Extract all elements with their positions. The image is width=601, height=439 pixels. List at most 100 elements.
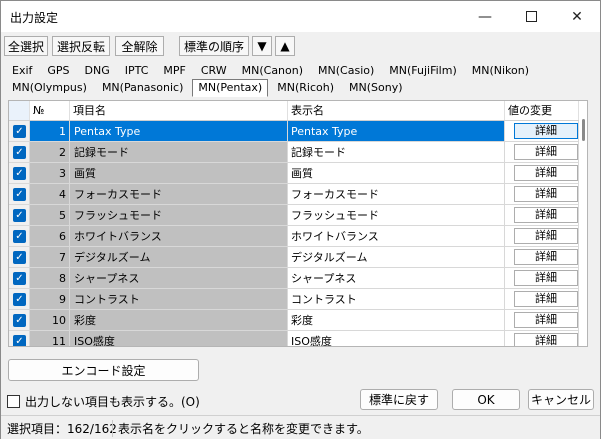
move-up-button[interactable]: ▲ <box>275 36 295 56</box>
tab-crw[interactable]: CRW <box>195 62 233 80</box>
scrollbar-thumb[interactable] <box>582 119 585 141</box>
row-number: 2 <box>30 142 70 163</box>
row-checkbox-cell[interactable]: ✓ <box>9 247 30 268</box>
tab-mn-pentax[interactable]: MN(Pentax) <box>192 79 269 97</box>
detail-button[interactable]: 詳細 <box>514 291 578 307</box>
display-name-cell[interactable]: 画質 <box>288 163 505 184</box>
table-row[interactable]: ✓ 2 記録モード 記録モード 詳細 <box>9 142 579 163</box>
window-title: 出力設定 <box>10 11 59 25</box>
maximize-button[interactable] <box>508 1 554 32</box>
item-name-cell: デジタルズーム <box>70 247 288 268</box>
show-hidden-option[interactable]: 出力しない項目も表示する。(O) <box>7 393 200 410</box>
tab-mn-canon[interactable]: MN(Canon) <box>236 62 309 80</box>
value-change-cell: 詳細 <box>505 310 579 331</box>
table-row[interactable]: ✓ 7 デジタルズーム デジタルズーム 詳細 <box>9 247 579 268</box>
value-change-cell: 詳細 <box>505 163 579 184</box>
display-name-cell[interactable]: フラッシュモード <box>288 205 505 226</box>
invert-selection-button[interactable]: 選択反転 <box>52 36 110 56</box>
table-row[interactable]: ✓ 1 Pentax Type Pentax Type 詳細 <box>9 121 579 142</box>
vertical-scrollbar[interactable] <box>579 101 587 346</box>
row-number: 5 <box>30 205 70 226</box>
display-name-cell[interactable]: シャープネス <box>288 268 505 289</box>
row-number: 11 <box>30 331 70 346</box>
detail-button[interactable]: 詳細 <box>514 186 578 202</box>
tab-mpf[interactable]: MPF <box>157 62 191 80</box>
move-down-button[interactable]: ▼ <box>252 36 272 56</box>
item-name-cell: ISO感度 <box>70 331 288 346</box>
display-name-cell[interactable]: Pentax Type <box>288 121 505 142</box>
table-row[interactable]: ✓ 4 フォーカスモード フォーカスモード 詳細 <box>9 184 579 205</box>
detail-button[interactable]: 詳細 <box>514 249 578 265</box>
tab-iptc[interactable]: IPTC <box>119 62 155 80</box>
tab-mn-olympus[interactable]: MN(Olympus) <box>6 79 93 97</box>
table-row[interactable]: ✓ 6 ホワイトバランス ホワイトバランス 詳細 <box>9 226 579 247</box>
row-checkbox-cell[interactable]: ✓ <box>9 163 30 184</box>
check-icon: ✓ <box>13 314 26 327</box>
tab-mn-fujifilm[interactable]: MN(FujiFilm) <box>383 62 462 80</box>
table-row[interactable]: ✓ 8 シャープネス シャープネス 詳細 <box>9 268 579 289</box>
row-number: 4 <box>30 184 70 205</box>
ok-button[interactable]: OK <box>452 389 520 410</box>
row-checkbox-cell[interactable]: ✓ <box>9 121 30 142</box>
display-name-cell[interactable]: デジタルズーム <box>288 247 505 268</box>
row-checkbox-cell[interactable]: ✓ <box>9 142 30 163</box>
tab-dng[interactable]: DNG <box>79 62 116 80</box>
encode-settings-button[interactable]: エンコード設定 <box>8 359 199 381</box>
detail-button[interactable]: 詳細 <box>514 165 578 181</box>
tab-mn-ricoh[interactable]: MN(Ricoh) <box>271 79 340 97</box>
row-checkbox-cell[interactable]: ✓ <box>9 205 30 226</box>
cancel-button[interactable]: キャンセル <box>528 389 594 410</box>
tab-mn-panasonic[interactable]: MN(Panasonic) <box>96 79 189 97</box>
table-row[interactable]: ✓ 11 ISO感度 ISO感度 詳細 <box>9 331 579 346</box>
show-hidden-checkbox[interactable] <box>7 395 20 408</box>
header-corner <box>9 101 30 120</box>
row-number: 8 <box>30 268 70 289</box>
display-name-cell[interactable]: コントラスト <box>288 289 505 310</box>
display-name-cell[interactable]: フォーカスモード <box>288 184 505 205</box>
row-number: 6 <box>30 226 70 247</box>
row-number: 7 <box>30 247 70 268</box>
check-icon: ✓ <box>13 167 26 180</box>
item-name-cell: 記録モード <box>70 142 288 163</box>
minimize-button[interactable]: — <box>462 1 508 32</box>
title-bar: 出力設定 — ✕ <box>1 1 600 32</box>
display-name-cell[interactable]: ISO感度 <box>288 331 505 346</box>
select-all-button[interactable]: 全選択 <box>4 36 48 56</box>
tab-mn-sony[interactable]: MN(Sony) <box>343 79 409 97</box>
header-no: № <box>30 101 70 120</box>
display-name-cell[interactable]: ホワイトバランス <box>288 226 505 247</box>
tab-exif[interactable]: Exif <box>6 62 38 80</box>
detail-button[interactable]: 詳細 <box>514 144 578 160</box>
check-icon: ✓ <box>13 293 26 306</box>
close-button[interactable]: ✕ <box>554 1 600 32</box>
table-row[interactable]: ✓ 5 フラッシュモード フラッシュモード 詳細 <box>9 205 579 226</box>
detail-button[interactable]: 詳細 <box>514 228 578 244</box>
detail-button[interactable]: 詳細 <box>514 333 578 346</box>
row-checkbox-cell[interactable]: ✓ <box>9 331 30 346</box>
row-checkbox-cell[interactable]: ✓ <box>9 310 30 331</box>
item-name-cell: フラッシュモード <box>70 205 288 226</box>
display-name-cell[interactable]: 彩度 <box>288 310 505 331</box>
detail-button[interactable]: 詳細 <box>514 123 578 139</box>
clear-all-button[interactable]: 全解除 <box>115 36 164 56</box>
table-row[interactable]: ✓ 9 コントラスト コントラスト 詳細 <box>9 289 579 310</box>
tab-gps[interactable]: GPS <box>41 62 75 80</box>
standard-order-button[interactable]: 標準の順序 <box>179 36 249 56</box>
detail-button[interactable]: 詳細 <box>514 312 578 328</box>
row-checkbox-cell[interactable]: ✓ <box>9 226 30 247</box>
table-row[interactable]: ✓ 3 画質 画質 詳細 <box>9 163 579 184</box>
detail-button[interactable]: 詳細 <box>514 207 578 223</box>
table-row[interactable]: ✓ 10 彩度 彩度 詳細 <box>9 310 579 331</box>
row-checkbox-cell[interactable]: ✓ <box>9 268 30 289</box>
status-hint: 表示名をクリックすると名称を変更できます。 <box>112 420 369 437</box>
value-change-cell: 詳細 <box>505 205 579 226</box>
reset-default-button[interactable]: 標準に戻す <box>360 389 438 410</box>
display-name-cell[interactable]: 記録モード <box>288 142 505 163</box>
row-checkbox-cell[interactable]: ✓ <box>9 289 30 310</box>
row-number: 1 <box>30 121 70 142</box>
row-checkbox-cell[interactable]: ✓ <box>9 184 30 205</box>
value-change-cell: 詳細 <box>505 121 579 142</box>
tab-mn-casio[interactable]: MN(Casio) <box>312 62 380 80</box>
tab-mn-nikon[interactable]: MN(Nikon) <box>466 62 535 80</box>
detail-button[interactable]: 詳細 <box>514 270 578 286</box>
